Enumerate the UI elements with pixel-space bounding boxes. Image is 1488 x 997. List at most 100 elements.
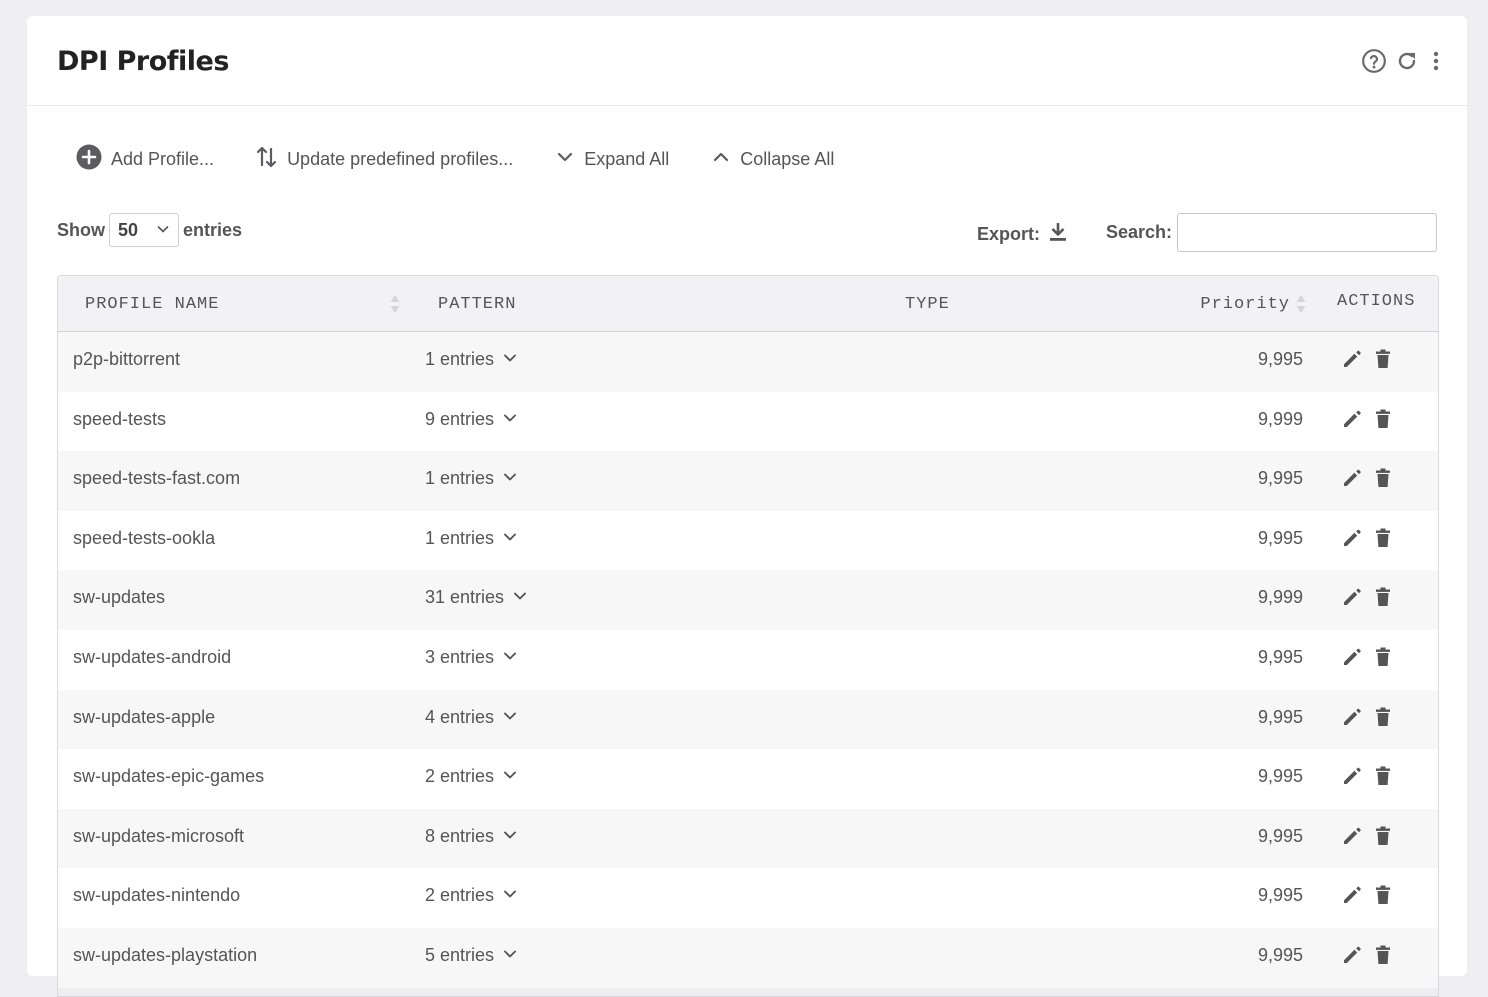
pattern-expand-toggle[interactable]: 31 entries xyxy=(425,587,527,608)
more-vert-icon[interactable] xyxy=(1427,49,1445,73)
delete-icon[interactable] xyxy=(1373,348,1393,375)
add-profile-button[interactable]: Add Profile... xyxy=(76,144,214,175)
chevron-down-icon xyxy=(494,707,517,728)
pattern-expand-toggle[interactable]: 1 entries xyxy=(425,468,517,489)
column-header-type: TYPE xyxy=(905,295,950,314)
pattern-count: 2 entries xyxy=(425,885,495,906)
priority-cell: 9,995 xyxy=(1257,706,1303,727)
show-label: Show xyxy=(57,219,105,240)
chevron-down-icon xyxy=(494,826,517,847)
dpi-profiles-card: DPI Profiles Add Profile... Update prede… xyxy=(27,16,1467,997)
page-title: DPI Profiles xyxy=(57,46,229,77)
edit-icon[interactable] xyxy=(1341,884,1363,911)
table-row: sw-updates-playstation 5 entries 9,995 xyxy=(58,927,1438,988)
search-label: Search: xyxy=(1106,222,1173,242)
edit-icon[interactable] xyxy=(1341,467,1363,494)
pattern-expand-toggle[interactable]: 2 entries xyxy=(425,766,517,787)
priority-cell: 9,995 xyxy=(1257,646,1303,667)
delete-icon[interactable] xyxy=(1373,408,1393,435)
pattern-count: 31 entries xyxy=(425,587,505,608)
edit-icon[interactable] xyxy=(1341,586,1363,613)
column-header-pattern: PATTERN xyxy=(438,295,517,314)
row-actions xyxy=(1341,884,1393,911)
sort-icon[interactable] xyxy=(1295,293,1307,321)
pattern-expand-toggle[interactable]: 1 entries xyxy=(425,528,517,549)
entries-label: entries xyxy=(183,219,243,240)
column-header-actions: ACTIONS xyxy=(1337,292,1416,311)
header-actions xyxy=(1361,48,1445,74)
chevron-down-icon xyxy=(504,587,527,608)
priority-cell: 9,995 xyxy=(1257,944,1303,965)
pattern-count: 1 entries xyxy=(425,468,495,489)
delete-icon[interactable] xyxy=(1373,765,1393,792)
table-row: sw-updates-apple 4 entries 9,995 xyxy=(58,689,1438,750)
pattern-count: 5 entries xyxy=(425,944,495,965)
profiles-table: PROFILE NAME PATTERN TYPE Priority ACTIO… xyxy=(57,275,1439,997)
edit-icon[interactable] xyxy=(1341,348,1363,375)
chevron-down-icon xyxy=(494,349,517,370)
delete-icon[interactable] xyxy=(1373,586,1393,613)
profile-name-cell: speed-tests xyxy=(73,408,167,429)
toolbar: Add Profile... Update predefined profile… xyxy=(76,144,876,175)
card-header: DPI Profiles xyxy=(27,16,1467,106)
profile-name-cell: sw-updates-apple xyxy=(73,706,216,727)
table-row: p2p-bittorrent 1 entries 9,995 xyxy=(58,332,1438,392)
expand-all-label: Expand All xyxy=(584,149,670,169)
pattern-expand-toggle[interactable]: 5 entries xyxy=(425,945,517,966)
profile-name-cell: sw-updates-playstation xyxy=(73,944,258,965)
table-row: sw-updates 31 entries 9,999 xyxy=(58,570,1438,630)
delete-icon[interactable] xyxy=(1373,646,1393,673)
chevron-down-icon xyxy=(494,528,517,549)
pattern-expand-toggle[interactable]: 2 entries xyxy=(425,885,517,906)
delete-icon[interactable] xyxy=(1373,884,1393,911)
pattern-expand-toggle[interactable]: 8 entries xyxy=(425,826,517,847)
delete-icon[interactable] xyxy=(1373,527,1393,554)
edit-icon[interactable] xyxy=(1341,765,1363,792)
table-row: sw-updates-epic-games 2 entries 9,995 xyxy=(58,749,1438,809)
edit-icon[interactable] xyxy=(1341,825,1363,852)
refresh-icon[interactable] xyxy=(1395,49,1419,73)
pattern-expand-toggle[interactable]: 9 entries xyxy=(425,409,517,430)
column-header-priority[interactable]: Priority xyxy=(1200,295,1290,314)
row-actions xyxy=(1341,586,1393,613)
help-icon[interactable] xyxy=(1361,48,1387,74)
chevron-down-icon xyxy=(494,945,517,966)
edit-icon[interactable] xyxy=(1341,706,1363,733)
search-input[interactable] xyxy=(1177,213,1438,252)
pattern-expand-toggle[interactable]: 4 entries xyxy=(425,707,517,728)
delete-icon[interactable] xyxy=(1373,706,1393,733)
entries-per-page-select[interactable]: 50 xyxy=(109,213,179,247)
pattern-count: 8 entries xyxy=(425,825,495,846)
priority-cell: 9,999 xyxy=(1257,587,1303,608)
row-actions xyxy=(1341,467,1393,494)
update-predefined-profiles-button[interactable]: Update predefined profiles... xyxy=(256,144,513,175)
table-row: speed-tests-fast.com 1 entries 9,995 xyxy=(58,451,1438,511)
collapse-all-button[interactable]: Collapse All xyxy=(711,147,834,172)
profile-name-cell: sw-updates-nintendo xyxy=(73,885,241,906)
sort-icon[interactable] xyxy=(389,293,401,321)
delete-icon[interactable] xyxy=(1373,825,1393,852)
add-circle-icon xyxy=(76,144,111,175)
column-header-profile-name[interactable]: PROFILE NAME xyxy=(85,295,219,314)
delete-icon[interactable] xyxy=(1373,467,1393,494)
edit-icon[interactable] xyxy=(1341,944,1363,971)
pattern-expand-toggle[interactable]: 1 entries xyxy=(425,349,517,370)
table-body: p2p-bittorrent 1 entries 9,995 speed-tests 9… xyxy=(58,332,1438,988)
pattern-count: 9 entries xyxy=(425,408,495,429)
table-row: sw-updates-nintendo 2 entries 9,995 xyxy=(58,868,1438,928)
edit-icon[interactable] xyxy=(1341,408,1363,435)
edit-icon[interactable] xyxy=(1341,527,1363,554)
delete-icon[interactable] xyxy=(1373,944,1393,971)
profile-name-cell: sw-updates-epic-games xyxy=(73,766,265,787)
chevron-down-icon xyxy=(494,468,517,489)
chevron-down-icon xyxy=(494,647,517,668)
table-row: speed-tests 9 entries 9,999 xyxy=(58,391,1438,452)
pattern-count: 4 entries xyxy=(425,706,495,727)
chevron-up-icon xyxy=(711,147,740,172)
table-row: sw-updates-microsoft 8 entries 9,995 xyxy=(58,808,1438,869)
pattern-expand-toggle[interactable]: 3 entries xyxy=(425,647,517,668)
edit-icon[interactable] xyxy=(1341,646,1363,673)
download-icon[interactable] xyxy=(1040,221,1068,248)
row-actions xyxy=(1341,825,1393,852)
expand-all-button[interactable]: Expand All xyxy=(555,147,669,172)
